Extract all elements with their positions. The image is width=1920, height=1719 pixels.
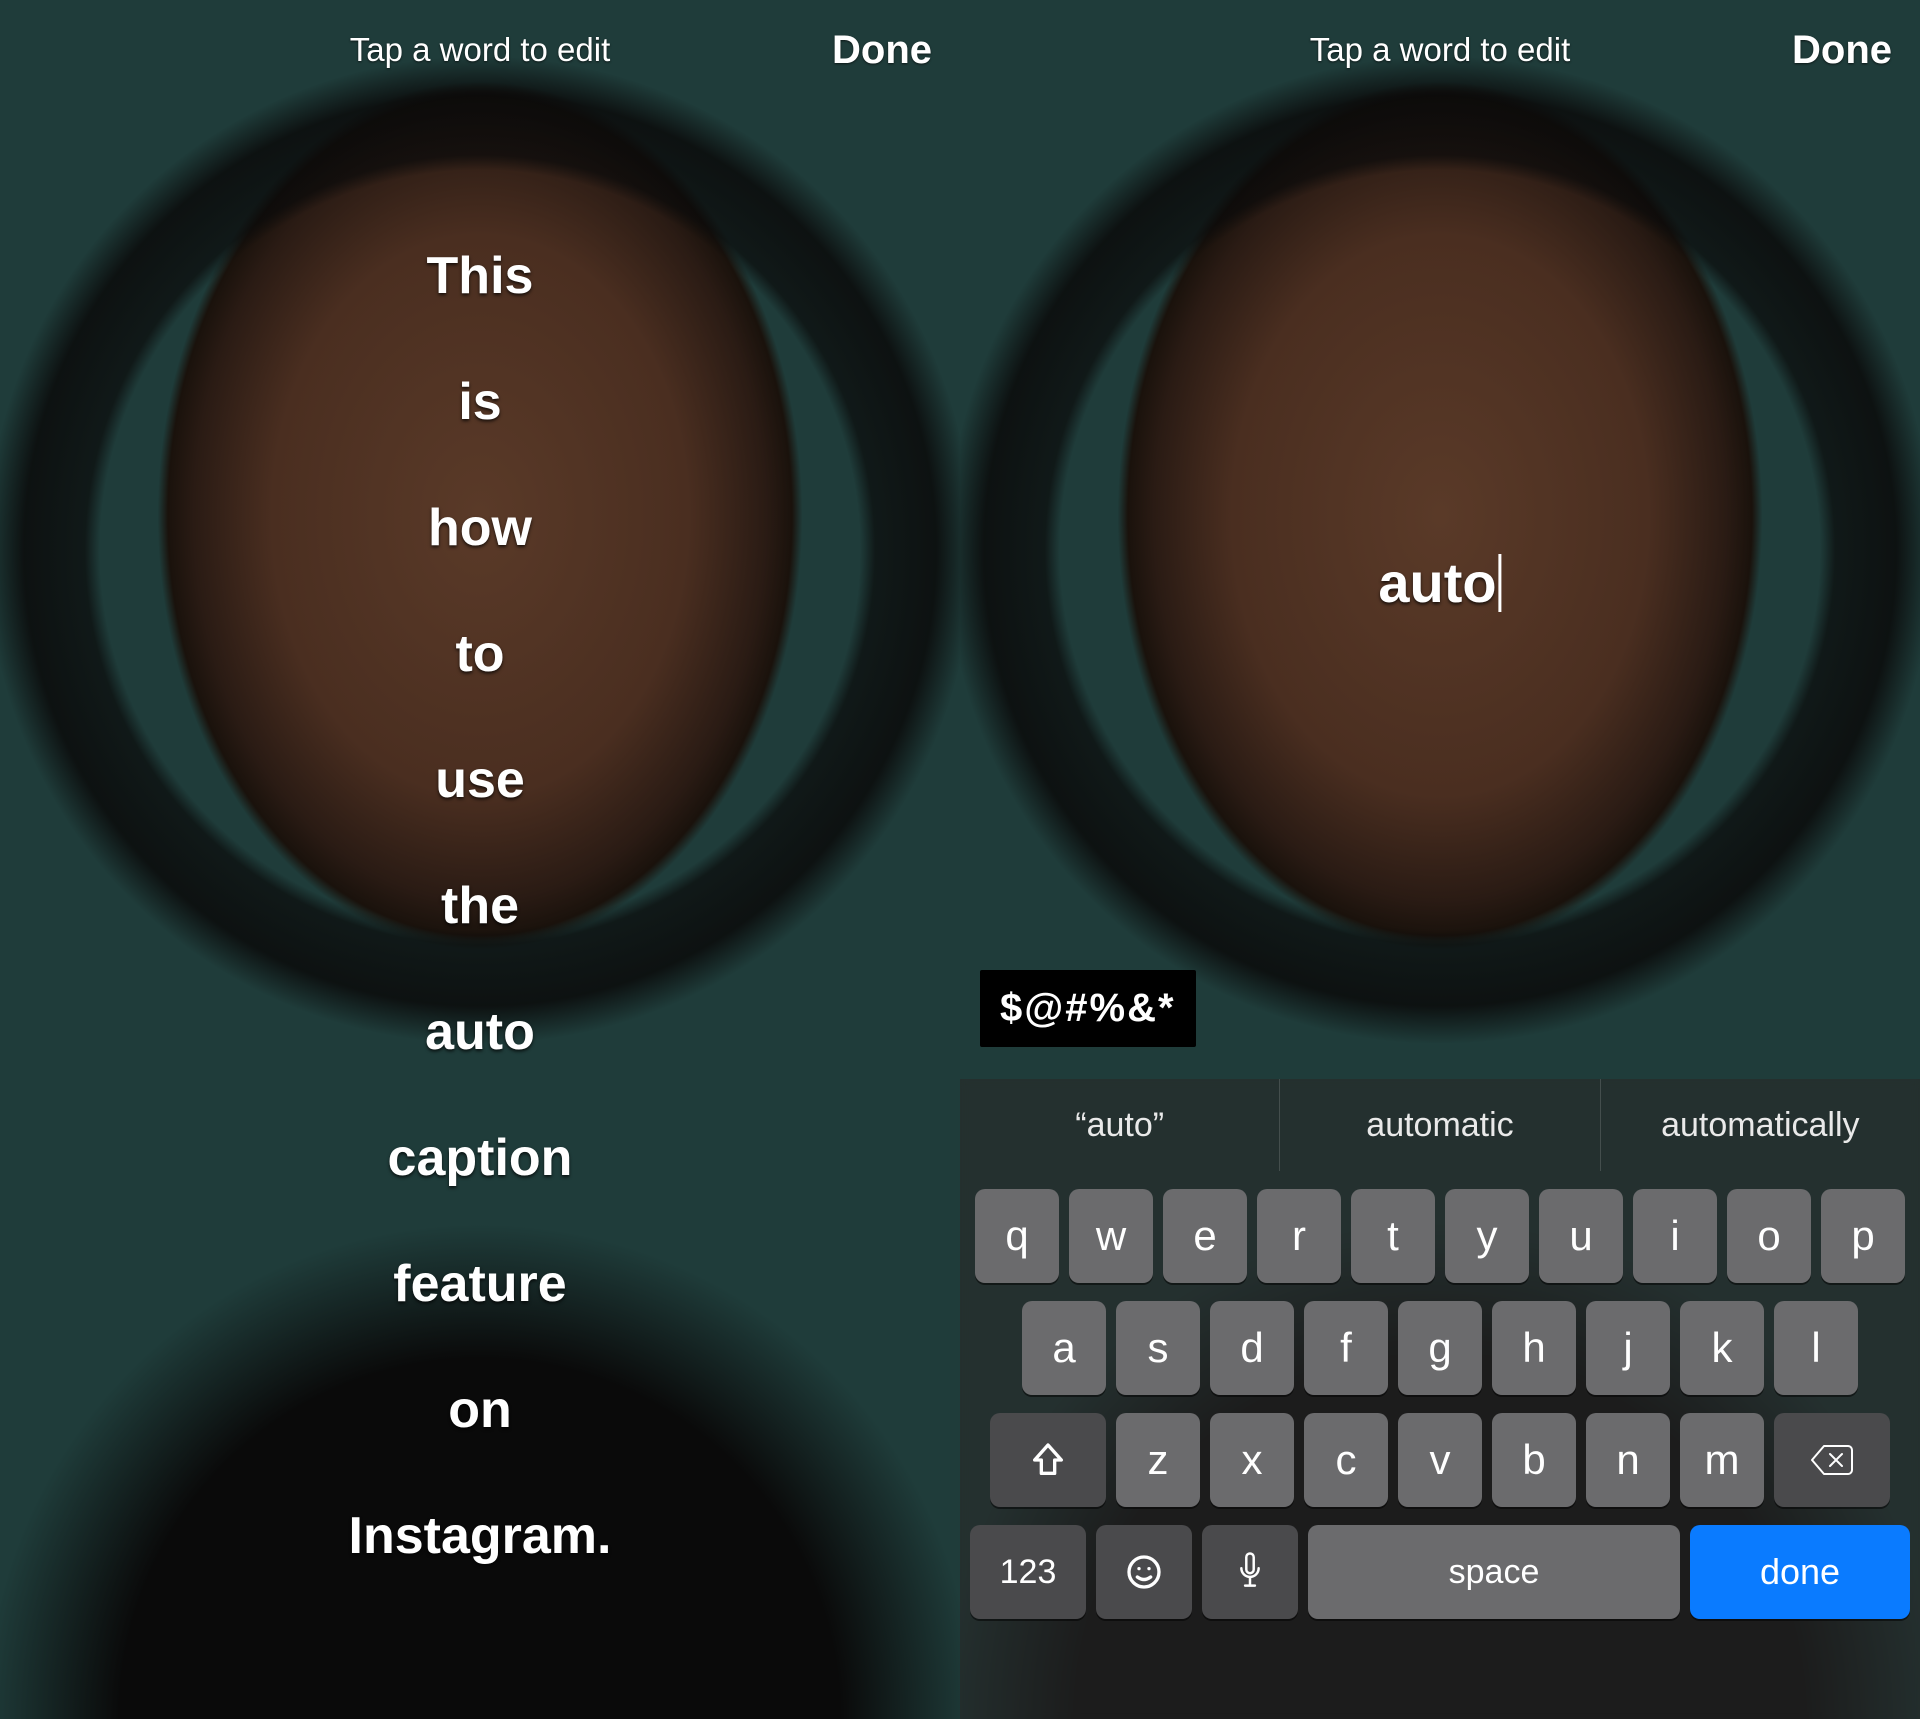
- caption-word[interactable]: use: [435, 754, 525, 806]
- suggestion[interactable]: “auto”: [960, 1079, 1279, 1171]
- key-d[interactable]: d: [1210, 1301, 1294, 1395]
- key-row-4: 123: [960, 1525, 1920, 1619]
- delete-key[interactable]: [1774, 1413, 1890, 1507]
- caption-word[interactable]: This: [427, 250, 534, 302]
- key-m[interactable]: m: [1680, 1413, 1764, 1507]
- key-y[interactable]: y: [1445, 1189, 1529, 1283]
- screen-caption-preview: Tap a word to edit Done This is how to u…: [0, 0, 960, 1719]
- key-k[interactable]: k: [1680, 1301, 1764, 1395]
- delete-icon: [1810, 1443, 1854, 1477]
- key-o[interactable]: o: [1727, 1189, 1811, 1283]
- header-bar: Tap a word to edit Done: [0, 0, 960, 100]
- key-p[interactable]: p: [1821, 1189, 1905, 1283]
- emoji-icon: [1124, 1552, 1164, 1592]
- caption-word[interactable]: caption: [388, 1132, 573, 1184]
- keyboard-done-key[interactable]: done: [1690, 1525, 1910, 1619]
- suggestion[interactable]: automatically: [1600, 1079, 1920, 1171]
- key-x[interactable]: x: [1210, 1413, 1294, 1507]
- key-h[interactable]: h: [1492, 1301, 1576, 1395]
- key-z[interactable]: z: [1116, 1413, 1200, 1507]
- caption-word[interactable]: the: [441, 880, 519, 932]
- caption-word[interactable]: Instagram.: [349, 1510, 612, 1562]
- emoji-key[interactable]: [1096, 1525, 1192, 1619]
- dictation-key[interactable]: [1202, 1525, 1298, 1619]
- censor-chip[interactable]: $@#%&*: [980, 970, 1196, 1047]
- key-row-1: q w e r t y u i o p: [960, 1189, 1920, 1283]
- edit-word-value: auto: [1378, 550, 1496, 615]
- key-u[interactable]: u: [1539, 1189, 1623, 1283]
- key-l[interactable]: l: [1774, 1301, 1858, 1395]
- caption-word[interactable]: on: [448, 1384, 512, 1436]
- caption-word[interactable]: feature: [393, 1258, 566, 1310]
- shift-icon: [1028, 1440, 1068, 1480]
- tap-to-edit-hint: Tap a word to edit: [350, 31, 611, 69]
- key-row-2: a s d f g h j k l: [960, 1301, 1920, 1395]
- key-r[interactable]: r: [1257, 1189, 1341, 1283]
- key-s[interactable]: s: [1116, 1301, 1200, 1395]
- tap-to-edit-hint: Tap a word to edit: [1310, 31, 1571, 69]
- screen-word-edit: Tap a word to edit Done auto $@#%&* “aut…: [960, 0, 1920, 1719]
- space-key[interactable]: space: [1308, 1525, 1680, 1619]
- key-c[interactable]: c: [1304, 1413, 1388, 1507]
- text-caret: [1499, 554, 1502, 612]
- done-button[interactable]: Done: [832, 0, 932, 100]
- key-b[interactable]: b: [1492, 1413, 1576, 1507]
- key-j[interactable]: j: [1586, 1301, 1670, 1395]
- key-e[interactable]: e: [1163, 1189, 1247, 1283]
- done-button[interactable]: Done: [1792, 0, 1892, 100]
- key-v[interactable]: v: [1398, 1413, 1482, 1507]
- key-w[interactable]: w: [1069, 1189, 1153, 1283]
- suggestion[interactable]: automatic: [1279, 1079, 1599, 1171]
- numbers-key[interactable]: 123: [970, 1525, 1086, 1619]
- edit-word-input[interactable]: auto: [1378, 550, 1501, 615]
- key-t[interactable]: t: [1351, 1189, 1435, 1283]
- caption-word[interactable]: to: [455, 628, 504, 680]
- key-q[interactable]: q: [975, 1189, 1059, 1283]
- key-n[interactable]: n: [1586, 1413, 1670, 1507]
- header-bar: Tap a word to edit Done: [960, 0, 1920, 100]
- microphone-icon: [1235, 1551, 1265, 1593]
- key-a[interactable]: a: [1022, 1301, 1106, 1395]
- key-row-3: z x c v b n m: [960, 1413, 1920, 1507]
- key-f[interactable]: f: [1304, 1301, 1388, 1395]
- ios-keyboard: “auto” automatic automatically q w e r t…: [960, 1079, 1920, 1719]
- shift-key[interactable]: [990, 1413, 1106, 1507]
- key-g[interactable]: g: [1398, 1301, 1482, 1395]
- caption-word[interactable]: how: [428, 502, 532, 554]
- caption-word[interactable]: is: [458, 376, 501, 428]
- key-i[interactable]: i: [1633, 1189, 1717, 1283]
- suggestion-row: “auto” automatic automatically: [960, 1079, 1920, 1171]
- caption-word-stack: This is how to use the auto caption feat…: [0, 250, 960, 1562]
- caption-word[interactable]: auto: [425, 1006, 535, 1058]
